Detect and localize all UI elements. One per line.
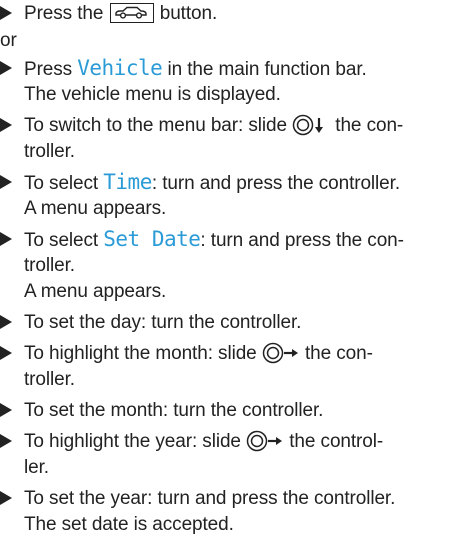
step-select-time: To select Time: turn and press the contr… xyxy=(24,169,400,196)
step-result: A menu appears. xyxy=(24,198,167,219)
bullet-arrow-icon xyxy=(0,346,12,360)
step-text: To highlight the year: slide xyxy=(24,431,247,452)
step-result: A menu appears. xyxy=(24,281,167,302)
step-text: To select xyxy=(24,230,104,251)
bullet-arrow-icon xyxy=(0,491,12,505)
step-text: the control- xyxy=(284,431,384,452)
display-text-set-date: Set Date xyxy=(103,227,201,251)
step-text-continued: troller. xyxy=(24,141,75,162)
step-text: Press xyxy=(24,59,78,80)
bullet-arrow-icon xyxy=(0,232,12,246)
bullet-arrow-icon xyxy=(0,61,12,75)
step-text: To switch to the menu bar: slide xyxy=(24,115,293,136)
controller-slide-right-icon xyxy=(246,430,283,452)
step-text: the con- xyxy=(330,115,404,136)
step-set-day: To set the day: turn the controller. xyxy=(24,312,302,333)
vehicle-button-icon xyxy=(109,3,154,23)
step-text-continued: troller. xyxy=(24,255,75,276)
controller-slide-right-icon xyxy=(262,342,298,364)
step-text: : turn and press the con- xyxy=(200,230,404,251)
step-press-vehicle: Press Vehicle in the main function bar. xyxy=(24,55,367,82)
bullet-arrow-icon xyxy=(0,6,12,20)
or-separator: or xyxy=(0,30,17,51)
display-text-vehicle: Vehicle xyxy=(77,56,163,80)
step-set-month: To set the month: turn the controller. xyxy=(24,400,324,421)
step-press-vehicle-button: Press the button. xyxy=(24,0,217,27)
bullet-arrow-icon xyxy=(0,403,12,417)
step-text: Press the xyxy=(24,3,109,24)
step-text: button. xyxy=(154,3,218,24)
step-text: : turn and press the controller. xyxy=(151,173,401,194)
step-text: in the main function bar. xyxy=(162,59,367,80)
step-text-continued: troller. xyxy=(24,369,75,390)
step-switch-menu-bar: To switch to the menu bar: slide the con… xyxy=(24,112,403,139)
bullet-arrow-icon xyxy=(0,175,12,189)
bullet-arrow-icon xyxy=(0,434,12,448)
step-result: The set date is accepted. xyxy=(24,514,234,535)
step-text: To select xyxy=(24,173,104,194)
step-highlight-year: To highlight the year: slide the control… xyxy=(24,428,383,455)
step-text: To highlight the month: slide xyxy=(24,343,262,364)
display-text-time: Time xyxy=(103,170,152,194)
step-text-continued: ler. xyxy=(24,457,49,478)
step-highlight-month: To highlight the month: slide the con- xyxy=(24,340,373,367)
step-result: The vehicle menu is displayed. xyxy=(24,84,281,105)
controller-slide-down-icon xyxy=(292,114,324,136)
bullet-arrow-icon xyxy=(0,118,12,132)
step-set-year: To set the year: turn and press the cont… xyxy=(24,488,396,509)
step-text: the con- xyxy=(299,343,373,364)
step-select-set-date: To select Set Date: turn and press the c… xyxy=(24,226,404,253)
bullet-arrow-icon xyxy=(0,315,12,329)
